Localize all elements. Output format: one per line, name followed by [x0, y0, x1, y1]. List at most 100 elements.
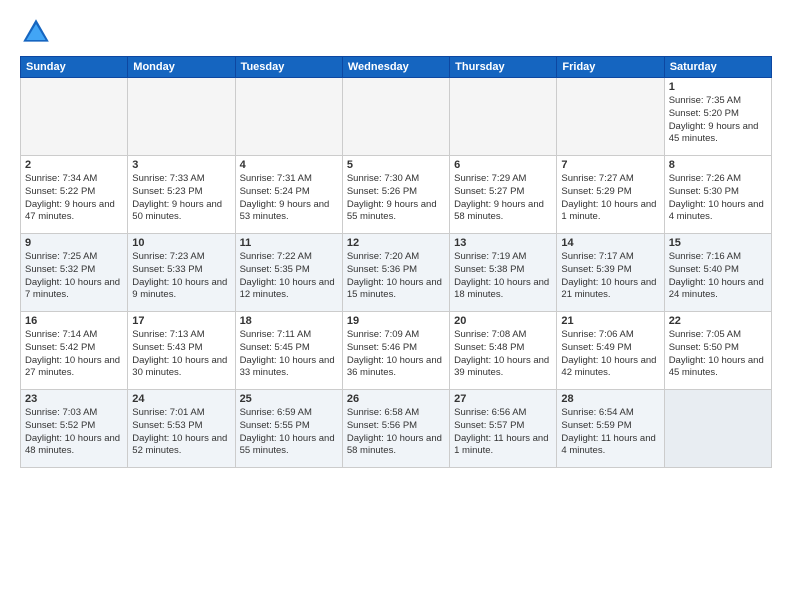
- day-number: 14: [561, 237, 659, 249]
- logo-icon: [20, 16, 52, 48]
- day-number: 17: [132, 315, 230, 327]
- calendar-day: 20 Sunrise: 7:08 AM Sunset: 5:48 PM Dayli…: [450, 312, 557, 390]
- calendar-day: 2 Sunrise: 7:34 AM Sunset: 5:22 PM Daylig…: [21, 156, 128, 234]
- day-number: 21: [561, 315, 659, 327]
- calendar-week-2: 9 Sunrise: 7:25 AM Sunset: 5:32 PM Daylig…: [21, 234, 772, 312]
- calendar-day: 13 Sunrise: 7:19 AM Sunset: 5:38 PM Dayli…: [450, 234, 557, 312]
- day-info: Sunrise: 7:29 AM Sunset: 5:27 PM Dayligh…: [454, 173, 552, 224]
- calendar-day: 12 Sunrise: 7:20 AM Sunset: 5:36 PM Dayli…: [342, 234, 449, 312]
- calendar-header-row: SundayMondayTuesdayWednesdayThursdayFrid…: [21, 57, 772, 78]
- day-header-thursday: Thursday: [450, 57, 557, 78]
- day-number: 25: [240, 393, 338, 405]
- day-number: 2: [25, 159, 123, 171]
- day-info: Sunrise: 7:19 AM Sunset: 5:38 PM Dayligh…: [454, 251, 552, 302]
- calendar-day: 8 Sunrise: 7:26 AM Sunset: 5:30 PM Daylig…: [664, 156, 771, 234]
- day-number: 18: [240, 315, 338, 327]
- day-number: 26: [347, 393, 445, 405]
- calendar-day: 16Sunrise: 7:14 AM Sunset: 5:42 PM Dayli…: [21, 312, 128, 390]
- calendar: SundayMondayTuesdayWednesdayThursdayFrid…: [20, 56, 772, 468]
- day-info: Sunrise: 7:31 AM Sunset: 5:24 PM Dayligh…: [240, 173, 338, 224]
- calendar-day: 14 Sunrise: 7:17 AM Sunset: 5:39 PM Dayli…: [557, 234, 664, 312]
- day-info: Sunrise: 7:34 AM Sunset: 5:22 PM Dayligh…: [25, 173, 123, 224]
- logo: [20, 16, 56, 48]
- calendar-day: 11 Sunrise: 7:22 AM Sunset: 5:35 PM Dayli…: [235, 234, 342, 312]
- day-info: Sunrise: 7:05 AM Sunset: 5:50 PM Dayligh…: [669, 329, 767, 380]
- day-info: Sunrise: 7:20 AM Sunset: 5:36 PM Dayligh…: [347, 251, 445, 302]
- day-number: 15: [669, 237, 767, 249]
- day-number: 19: [347, 315, 445, 327]
- day-number: 6: [454, 159, 552, 171]
- day-info: Sunrise: 6:58 AM Sunset: 5:56 PM Dayligh…: [347, 407, 445, 458]
- day-info: Sunrise: 6:59 AM Sunset: 5:55 PM Dayligh…: [240, 407, 338, 458]
- calendar-day: [235, 78, 342, 156]
- day-info: Sunrise: 7:26 AM Sunset: 5:30 PM Dayligh…: [669, 173, 767, 224]
- day-number: 23: [25, 393, 123, 405]
- calendar-day: 15 Sunrise: 7:16 AM Sunset: 5:40 PM Dayli…: [664, 234, 771, 312]
- calendar-day: 27Sunrise: 6:56 AM Sunset: 5:57 PM Dayli…: [450, 390, 557, 468]
- day-info: Sunrise: 7:11 AM Sunset: 5:45 PM Dayligh…: [240, 329, 338, 380]
- day-info: Sunrise: 7:13 AM Sunset: 5:43 PM Dayligh…: [132, 329, 230, 380]
- calendar-day: 23 Sunrise: 7:03 AM Sunset: 5:52 PM Dayli…: [21, 390, 128, 468]
- day-header-sunday: Sunday: [21, 57, 128, 78]
- day-number: 10: [132, 237, 230, 249]
- day-number: 4: [240, 159, 338, 171]
- calendar-week-0: 1 Sunrise: 7:35 AM Sunset: 5:20 PM Daylig…: [21, 78, 772, 156]
- day-info: Sunrise: 7:30 AM Sunset: 5:26 PM Dayligh…: [347, 173, 445, 224]
- calendar-day: 17 Sunrise: 7:13 AM Sunset: 5:43 PM Dayli…: [128, 312, 235, 390]
- day-number: 27: [454, 393, 552, 405]
- calendar-day: 7 Sunrise: 7:27 AM Sunset: 5:29 PM Daylig…: [557, 156, 664, 234]
- calendar-day: 4 Sunrise: 7:31 AM Sunset: 5:24 PM Daylig…: [235, 156, 342, 234]
- day-header-saturday: Saturday: [664, 57, 771, 78]
- calendar-day: 24 Sunrise: 7:01 AM Sunset: 5:53 PM Dayli…: [128, 390, 235, 468]
- calendar-day: 9 Sunrise: 7:25 AM Sunset: 5:32 PM Daylig…: [21, 234, 128, 312]
- calendar-day: [21, 78, 128, 156]
- day-info: Sunrise: 7:25 AM Sunset: 5:32 PM Dayligh…: [25, 251, 123, 302]
- day-number: 24: [132, 393, 230, 405]
- day-number: 1: [669, 81, 767, 93]
- day-info: Sunrise: 7:16 AM Sunset: 5:40 PM Dayligh…: [669, 251, 767, 302]
- day-info: Sunrise: 6:54 AM Sunset: 5:59 PM Dayligh…: [561, 407, 659, 458]
- calendar-day: [664, 390, 771, 468]
- day-info: Sunrise: 7:06 AM Sunset: 5:49 PM Dayligh…: [561, 329, 659, 380]
- day-number: 8: [669, 159, 767, 171]
- calendar-week-1: 2 Sunrise: 7:34 AM Sunset: 5:22 PM Daylig…: [21, 156, 772, 234]
- calendar-day: [557, 78, 664, 156]
- calendar-day: 28 Sunrise: 6:54 AM Sunset: 5:59 PM Dayli…: [557, 390, 664, 468]
- calendar-week-3: 16Sunrise: 7:14 AM Sunset: 5:42 PM Dayli…: [21, 312, 772, 390]
- day-number: 11: [240, 237, 338, 249]
- day-info: Sunrise: 7:23 AM Sunset: 5:33 PM Dayligh…: [132, 251, 230, 302]
- day-header-wednesday: Wednesday: [342, 57, 449, 78]
- day-info: Sunrise: 7:14 AM Sunset: 5:42 PM Dayligh…: [25, 329, 123, 380]
- calendar-day: 5 Sunrise: 7:30 AM Sunset: 5:26 PM Daylig…: [342, 156, 449, 234]
- calendar-day: [342, 78, 449, 156]
- day-header-tuesday: Tuesday: [235, 57, 342, 78]
- calendar-week-4: 23 Sunrise: 7:03 AM Sunset: 5:52 PM Dayli…: [21, 390, 772, 468]
- calendar-day: 18 Sunrise: 7:11 AM Sunset: 5:45 PM Dayli…: [235, 312, 342, 390]
- day-number: 5: [347, 159, 445, 171]
- day-number: 20: [454, 315, 552, 327]
- calendar-day: 3Sunrise: 7:33 AM Sunset: 5:23 PM Daylig…: [128, 156, 235, 234]
- calendar-day: [450, 78, 557, 156]
- day-info: Sunrise: 7:17 AM Sunset: 5:39 PM Dayligh…: [561, 251, 659, 302]
- day-number: 7: [561, 159, 659, 171]
- day-number: 9: [25, 237, 123, 249]
- calendar-body: 1 Sunrise: 7:35 AM Sunset: 5:20 PM Daylig…: [21, 78, 772, 468]
- day-info: Sunrise: 7:01 AM Sunset: 5:53 PM Dayligh…: [132, 407, 230, 458]
- day-info: Sunrise: 7:03 AM Sunset: 5:52 PM Dayligh…: [25, 407, 123, 458]
- calendar-day: 21 Sunrise: 7:06 AM Sunset: 5:49 PM Dayli…: [557, 312, 664, 390]
- day-header-friday: Friday: [557, 57, 664, 78]
- header: [20, 16, 772, 48]
- calendar-day: 25 Sunrise: 6:59 AM Sunset: 5:55 PM Dayli…: [235, 390, 342, 468]
- calendar-day: 1 Sunrise: 7:35 AM Sunset: 5:20 PM Daylig…: [664, 78, 771, 156]
- day-info: Sunrise: 7:22 AM Sunset: 5:35 PM Dayligh…: [240, 251, 338, 302]
- day-info: Sunrise: 7:27 AM Sunset: 5:29 PM Dayligh…: [561, 173, 659, 224]
- calendar-day: 19 Sunrise: 7:09 AM Sunset: 5:46 PM Dayli…: [342, 312, 449, 390]
- day-info: Sunrise: 7:35 AM Sunset: 5:20 PM Dayligh…: [669, 95, 767, 146]
- day-info: Sunrise: 7:08 AM Sunset: 5:48 PM Dayligh…: [454, 329, 552, 380]
- day-info: Sunrise: 7:09 AM Sunset: 5:46 PM Dayligh…: [347, 329, 445, 380]
- day-number: 13: [454, 237, 552, 249]
- calendar-day: [128, 78, 235, 156]
- day-number: 28: [561, 393, 659, 405]
- day-number: 12: [347, 237, 445, 249]
- day-number: 3: [132, 159, 230, 171]
